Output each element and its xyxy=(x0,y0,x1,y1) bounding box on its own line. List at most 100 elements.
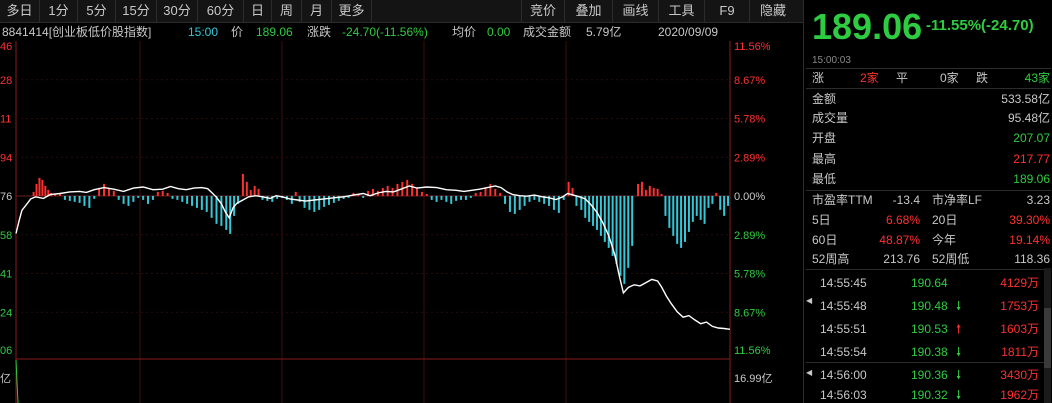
scroll-thumb[interactable] xyxy=(1044,308,1051,368)
intraday-chart[interactable]: 46 11.56% 28 8.67% 11 5.78% 94 2.89% 76 0.00% 58 2.… xyxy=(0,41,803,403)
avg-value: 0.00 xyxy=(487,25,511,39)
volume-label-right: 16.99亿 xyxy=(734,372,773,385)
left-tick-label: 94 xyxy=(0,152,12,164)
stat-label: 开盘 xyxy=(812,131,837,145)
auction-button[interactable]: 竞价 xyxy=(521,0,565,22)
tick-volume: 1753万 xyxy=(1000,299,1039,313)
right-tick-label: 11.56% xyxy=(734,345,771,357)
tick-volume: 4129万 xyxy=(1000,276,1039,290)
stat-label: 成交量 xyxy=(812,111,849,125)
chart-info-bar: 8841414[创业板低价股指数] 15:00 价 189.06 涨跌 -24.… xyxy=(0,23,803,41)
period-toolbar: 多日 1分 5分 15分 30分 60分 日 周 月 更多 竞价 叠加 画线 工… xyxy=(0,0,803,23)
tick-time: 14:55:48 xyxy=(820,299,867,313)
52w-low-value: 118.36 xyxy=(1014,252,1050,266)
draw-line-button[interactable]: 画线 xyxy=(613,0,659,22)
big-change: -11.55%(-24.70) xyxy=(926,17,1034,34)
stat-label: 金额 xyxy=(812,92,837,106)
return-label: 60日 xyxy=(812,233,838,247)
period-30min[interactable]: 30分 xyxy=(157,0,198,22)
return-label: 5日 xyxy=(812,213,831,227)
tick-volume: 1603万 xyxy=(1000,322,1039,336)
overlay-button[interactable]: 叠加 xyxy=(565,0,613,22)
right-tick-label: 2.89% xyxy=(734,230,765,242)
return-row: 60日 48.87% 今年 19.14% xyxy=(812,231,1050,250)
period-60min[interactable]: 60分 xyxy=(198,0,244,22)
arrow-down-icon: 🠗 xyxy=(956,388,962,402)
price-label: 价 xyxy=(231,25,244,39)
tools-button[interactable]: 工具 xyxy=(659,0,705,22)
chart-area: 多日 1分 5分 15分 30分 60分 日 周 月 更多 竞价 叠加 画线 工… xyxy=(0,0,803,403)
quote-time: 15:00:03 xyxy=(812,55,851,66)
tick-price: 190.38 xyxy=(911,345,948,359)
hide-button[interactable]: 隐藏 xyxy=(750,0,796,22)
tick-volume: 1811万 xyxy=(1001,345,1039,359)
tick-time: 14:55:45 xyxy=(820,276,867,290)
period-15min[interactable]: 15分 xyxy=(116,0,157,22)
arrow-down-icon: 🠗 xyxy=(956,299,962,313)
pe-value: -13.4 xyxy=(892,193,920,207)
return-row: 5日 6.68% 20日 39.30% xyxy=(812,211,1050,230)
scroll-left-arrow-icon[interactable]: ◀ xyxy=(806,368,812,377)
period-month[interactable]: 月 xyxy=(302,0,332,22)
stat-value: 217.77 xyxy=(1013,152,1050,166)
pb-value: 3.23 xyxy=(1026,193,1050,207)
flat-count: 0家 xyxy=(940,71,959,85)
scroll-left-arrow-icon[interactable]: ◀ xyxy=(806,296,812,305)
info-date: 2020/09/09 xyxy=(658,25,719,39)
period-day[interactable]: 日 xyxy=(244,0,272,22)
change-value: -24.70(-11.56%) xyxy=(342,25,428,39)
stat-value: 533.58亿 xyxy=(1001,92,1050,106)
left-tick-label: 41 xyxy=(0,269,12,281)
return-value: 6.68% xyxy=(885,213,920,227)
stat-row: 最低 189.06 xyxy=(812,170,1050,189)
return-value: 48.87% xyxy=(879,233,920,247)
divider xyxy=(806,269,1051,270)
tick-row: 14:55:48 190.48 🠗 1753万 xyxy=(804,295,1052,318)
left-tick-label: 06 xyxy=(0,345,12,357)
index-code-name: 8841414[创业板低价股指数] xyxy=(2,25,152,39)
tick-time: 14:55:54 xyxy=(820,345,867,359)
f9-button[interactable]: F9 xyxy=(705,0,750,22)
quote-panel: 189.06 -11.55%(-24.70) 15:00:03 涨 2家 平 0… xyxy=(803,0,1052,403)
tick-price: 190.64 xyxy=(911,276,948,290)
period-1min[interactable]: 1分 xyxy=(40,0,78,22)
right-tick-label: 0.00% xyxy=(734,191,765,203)
stat-value: 95.48亿 xyxy=(1007,111,1050,125)
52w-low-label: 52周低 xyxy=(932,252,970,266)
right-tick-label: 8.67% xyxy=(734,307,765,319)
tick-volume: 1962万 xyxy=(1000,388,1039,402)
pe-label: 市盈率TTM xyxy=(812,193,873,207)
period-5min[interactable]: 5分 xyxy=(78,0,116,22)
right-tick-label: 5.78% xyxy=(734,114,765,126)
return-value: 19.14% xyxy=(1009,233,1050,247)
left-tick-label: 24 xyxy=(0,307,12,319)
period-week[interactable]: 周 xyxy=(272,0,302,22)
change-label: 涨跌 xyxy=(307,25,332,39)
period-multi-day[interactable]: 多日 xyxy=(0,0,40,22)
stat-row: 最高 217.77 xyxy=(812,150,1050,169)
volume-label-left: 亿 xyxy=(0,372,11,385)
amount-value: 5.79亿 xyxy=(586,25,622,39)
period-more[interactable]: 更多 xyxy=(332,0,372,22)
52w-high-label: 52周高 xyxy=(812,252,850,266)
stat-value: 189.06 xyxy=(1013,172,1050,186)
stat-row: 开盘 207.07 xyxy=(812,129,1050,148)
down-label: 跌 xyxy=(976,71,989,85)
pb-label: 市净率LF xyxy=(932,193,983,207)
right-tick-label: 8.67% xyxy=(734,75,765,87)
return-label: 今年 xyxy=(932,233,957,247)
tick-time: 14:56:03 xyxy=(820,388,867,402)
stat-label: 最高 xyxy=(812,152,837,166)
tick-row: 14:55:45 190.64 4129万 xyxy=(804,272,1052,295)
tick-row: 14:55:51 190.53 🠕 1603万 xyxy=(804,318,1052,341)
left-tick-label: 58 xyxy=(0,230,12,242)
up-count: 2家 xyxy=(860,71,879,85)
tick-scrollbar[interactable] xyxy=(1044,268,1051,403)
info-time: 15:00 xyxy=(188,25,219,39)
right-tick-label: 2.89% xyxy=(734,152,765,164)
price-value: 189.06 xyxy=(256,25,293,39)
right-tick-label: 11.56% xyxy=(734,41,771,53)
avg-label: 均价 xyxy=(452,25,477,39)
stat-row: 金额 533.58亿 xyxy=(812,90,1050,109)
stat-row: 成交量 95.48亿 xyxy=(812,109,1050,128)
